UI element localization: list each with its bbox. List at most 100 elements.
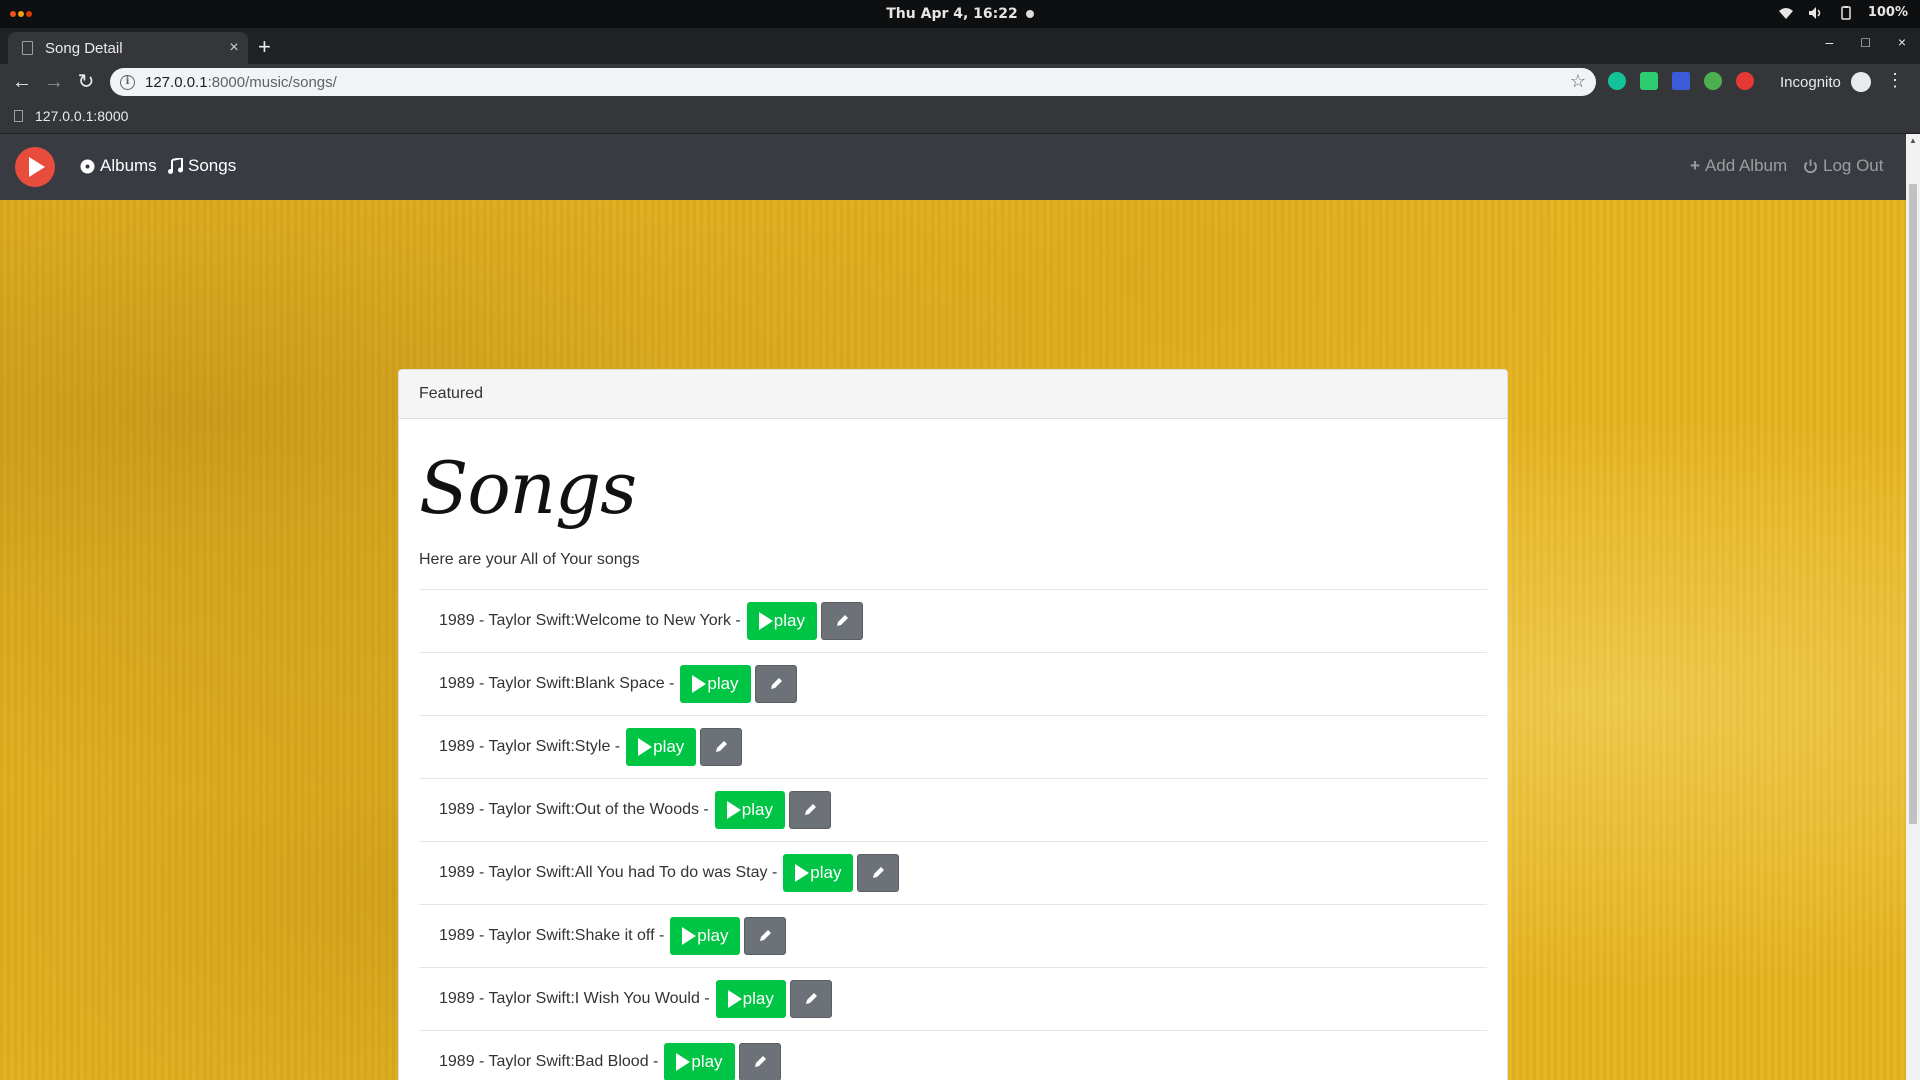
add-album-link[interactable]: + Add Album bbox=[1690, 156, 1787, 176]
play-label: play bbox=[697, 926, 729, 945]
maximize-icon[interactable]: □ bbox=[1861, 34, 1869, 50]
page-scrollbar[interactable]: ▲ bbox=[1906, 134, 1920, 1080]
url-path: :8000/music/songs/ bbox=[207, 73, 337, 91]
edit-button[interactable] bbox=[857, 854, 900, 892]
play-icon bbox=[758, 612, 773, 630]
song-title: 1989 - Taylor Swift:Bad Blood - bbox=[439, 1053, 659, 1070]
pencil-icon bbox=[804, 804, 816, 815]
play-label: play bbox=[810, 863, 842, 882]
play-button[interactable]: play bbox=[714, 791, 785, 829]
site-navbar: Albums Songs + Add Album Log Out bbox=[0, 134, 1906, 200]
wifi-icon bbox=[1778, 7, 1793, 19]
new-tab-button[interactable]: + bbox=[258, 36, 271, 58]
play-icon bbox=[726, 801, 741, 819]
pencil-icon bbox=[770, 678, 782, 689]
minimize-icon[interactable]: – bbox=[1826, 34, 1834, 50]
song-title: 1989 - Taylor Swift:Out of the Woods - bbox=[439, 801, 709, 818]
play-label: play bbox=[741, 800, 773, 819]
song-row: 1989 - Taylor Swift:Bad Blood - play bbox=[419, 1031, 1487, 1080]
forward-icon[interactable]: → bbox=[42, 70, 66, 94]
battery-icon bbox=[1841, 5, 1851, 20]
page-icon bbox=[22, 41, 33, 55]
play-button[interactable]: play bbox=[670, 917, 741, 955]
os-clock[interactable]: Thu Apr 4, 16:22 bbox=[0, 6, 1920, 22]
song-row: 1989 - Taylor Swift:Welcome to New York … bbox=[419, 590, 1487, 653]
song-title: 1989 - Taylor Swift:Shake it off - bbox=[439, 927, 665, 944]
browser-toolbar: ← → ↻ i 127.0.0.1:8000/music/songs/ ☆ In… bbox=[0, 64, 1920, 100]
tab-strip: Song Detail × + – □ × bbox=[0, 28, 1920, 64]
play-button[interactable]: play bbox=[783, 854, 854, 892]
play-button[interactable]: play bbox=[680, 665, 751, 703]
shield-extension-icon[interactable] bbox=[1640, 72, 1658, 90]
song-row: 1989 - Taylor Swift:I Wish You Would - p… bbox=[419, 968, 1487, 1031]
color-extension-icon[interactable] bbox=[1704, 72, 1722, 90]
window-controls: – □ × bbox=[1826, 34, 1906, 50]
panel-body: Songs Here are your All of Your songs 19… bbox=[399, 443, 1507, 1080]
play-icon bbox=[795, 864, 810, 882]
tab-close-button[interactable]: × bbox=[220, 39, 248, 57]
edit-button[interactable] bbox=[788, 791, 831, 829]
page-subtitle: Here are your All of Your songs bbox=[419, 551, 1487, 590]
pencil-icon bbox=[716, 741, 728, 752]
browser-tab[interactable]: Song Detail × bbox=[8, 32, 248, 64]
logout-link[interactable]: Log Out bbox=[1803, 156, 1884, 176]
song-row: 1989 - Taylor Swift:Blank Space - play bbox=[419, 653, 1487, 716]
edit-button[interactable] bbox=[738, 1043, 781, 1080]
nav-songs-link[interactable]: Songs bbox=[168, 156, 236, 176]
edit-button[interactable] bbox=[744, 917, 787, 955]
reload-icon[interactable]: ↻ bbox=[74, 70, 98, 94]
pencil-icon bbox=[754, 1056, 766, 1067]
edit-button[interactable] bbox=[820, 602, 863, 640]
play-label: play bbox=[707, 674, 739, 693]
play-button[interactable]: play bbox=[664, 1043, 735, 1080]
browser-menu-icon[interactable]: ⋮ bbox=[1886, 70, 1904, 91]
bookmark-star-icon[interactable]: ☆ bbox=[1570, 71, 1586, 92]
battery-percent: 100% bbox=[1867, 5, 1908, 20]
volume-icon bbox=[1808, 6, 1821, 19]
song-row: 1989 - Taylor Swift:Out of the Woods - p… bbox=[419, 779, 1487, 842]
os-top-bar: Thu Apr 4, 16:22 100% bbox=[0, 0, 1920, 28]
flag-extension-icon[interactable] bbox=[1672, 72, 1690, 90]
page-title: Songs bbox=[419, 446, 637, 530]
play-button[interactable]: play bbox=[626, 728, 697, 766]
song-row: 1989 - Taylor Swift:Style - play bbox=[419, 716, 1487, 779]
nav-albums-label: Albums bbox=[100, 156, 157, 175]
bookmark-item[interactable]: 127.0.0.1:8000 bbox=[14, 108, 128, 124]
bookmarks-bar: 127.0.0.1:8000 bbox=[0, 100, 1920, 134]
play-icon bbox=[682, 927, 697, 945]
logout-label: Log Out bbox=[1823, 156, 1884, 175]
grammarly-extension-icon[interactable] bbox=[1608, 72, 1626, 90]
close-window-icon[interactable]: × bbox=[1898, 34, 1906, 50]
scroll-up-icon[interactable]: ▲ bbox=[1909, 136, 1917, 145]
brand-logo[interactable] bbox=[15, 147, 55, 187]
power-icon bbox=[1804, 159, 1817, 173]
system-tray[interactable]: 100% bbox=[1778, 5, 1908, 20]
extensions bbox=[1608, 72, 1754, 90]
music-note-icon bbox=[168, 158, 183, 174]
song-row: 1989 - Taylor Swift:All You had To do wa… bbox=[419, 842, 1487, 905]
nav-albums-link[interactable]: Albums bbox=[80, 156, 157, 176]
pencil-icon bbox=[836, 615, 848, 626]
back-icon[interactable]: ← bbox=[10, 70, 34, 94]
play-label: play bbox=[653, 737, 685, 756]
edit-button[interactable] bbox=[700, 728, 743, 766]
edit-button[interactable] bbox=[789, 980, 832, 1018]
song-title: 1989 - Taylor Swift:Welcome to New York … bbox=[439, 612, 741, 629]
pencil-icon bbox=[760, 930, 772, 941]
song-row: 1989 - Taylor Swift:Shake it off - play bbox=[419, 905, 1487, 968]
incognito-label: Incognito bbox=[1780, 73, 1841, 91]
nav-songs-label: Songs bbox=[188, 156, 237, 175]
red-extension-icon[interactable] bbox=[1736, 72, 1754, 90]
song-title: 1989 - Taylor Swift:I Wish You Would - bbox=[439, 990, 710, 1007]
play-label: play bbox=[742, 989, 774, 1008]
play-button[interactable]: play bbox=[746, 602, 817, 640]
incognito-indicator[interactable]: Incognito bbox=[1780, 72, 1871, 92]
scrollbar-thumb[interactable] bbox=[1909, 184, 1917, 824]
pencil-icon bbox=[805, 993, 817, 1004]
address-bar[interactable]: i 127.0.0.1:8000/music/songs/ ☆ bbox=[110, 68, 1596, 96]
edit-button[interactable] bbox=[754, 665, 797, 703]
play-button[interactable]: play bbox=[715, 980, 786, 1018]
song-title: 1989 - Taylor Swift:Style - bbox=[439, 738, 621, 755]
song-title: 1989 - Taylor Swift:All You had To do wa… bbox=[439, 864, 778, 881]
site-info-icon[interactable]: i bbox=[120, 74, 135, 90]
